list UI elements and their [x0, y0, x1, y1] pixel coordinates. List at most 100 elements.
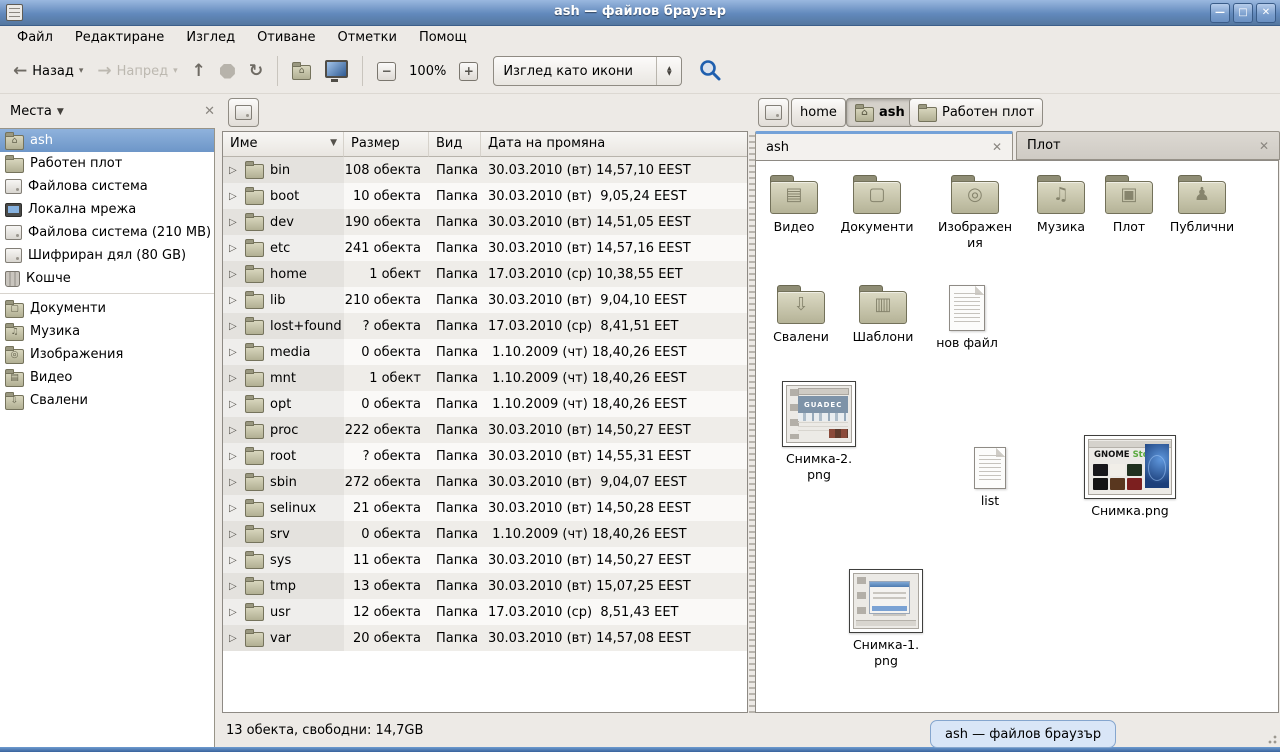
sidebar-item-Файлова система (210 MB)[interactable]: Файлова система (210 MB): [0, 221, 214, 244]
table-row[interactable]: ▷home1 обектПапка17.03.2010 (ср) 10,38,5…: [223, 261, 747, 287]
sidebar-item-Шифриран дял (80 GB)[interactable]: Шифриран дял (80 GB): [0, 244, 214, 267]
expander-icon[interactable]: ▷: [229, 165, 239, 176]
column-header-date[interactable]: Дата на промяна: [481, 132, 747, 157]
column-header-size[interactable]: Размер: [344, 132, 429, 157]
expander-icon[interactable]: ▷: [229, 347, 239, 358]
table-row[interactable]: ▷opt0 обектаПапка 1.10.2009 (чт) 18,40,2…: [223, 391, 747, 417]
spinner-arrows-icon[interactable]: ▲▼: [656, 57, 681, 85]
resize-grip[interactable]: [1264, 731, 1278, 745]
item-Музика[interactable]: ♫Музика: [1026, 175, 1096, 235]
back-button[interactable]: ← Назад ▾: [6, 54, 90, 88]
expander-icon[interactable]: ▷: [229, 477, 239, 488]
tab-ash[interactable]: ash ✕: [755, 131, 1013, 160]
tab-close-icon[interactable]: ✕: [1259, 139, 1269, 153]
menu-item[interactable]: Файл: [6, 28, 64, 47]
menu-item[interactable]: Помощ: [408, 28, 478, 47]
sidebar-item-Кошче[interactable]: Кошче: [0, 267, 214, 290]
sidebar-item-ash[interactable]: ⌂ash: [0, 129, 214, 152]
table-row[interactable]: ▷selinux21 обектаПапка30.03.2010 (вт) 14…: [223, 495, 747, 521]
item-list[interactable]: list: [968, 447, 1012, 509]
expander-icon[interactable]: ▷: [229, 503, 239, 514]
taskbar-window-button[interactable]: ash — файлов браузър: [930, 720, 1116, 748]
maximize-button[interactable]: □: [1233, 3, 1253, 23]
item-Изображения[interactable]: ◎Изображения: [935, 175, 1015, 251]
sidebar-header[interactable]: Места ▼ ✕: [0, 95, 225, 128]
minimize-button[interactable]: —: [1210, 3, 1230, 23]
item-Снимка-2.png[interactable]: GUADECСнимка-2.png: [782, 381, 856, 483]
close-button[interactable]: ✕: [1256, 3, 1276, 23]
item-Плот[interactable]: ▣Плот: [1099, 175, 1159, 235]
table-row[interactable]: ▷tmp13 обектаПапка30.03.2010 (вт) 15,07,…: [223, 573, 747, 599]
item-Публични[interactable]: ♟Публични: [1162, 175, 1242, 235]
expander-icon[interactable]: ▷: [229, 399, 239, 410]
path-home-button[interactable]: home: [791, 98, 846, 127]
table-row[interactable]: ▷lost+found? обектаПапка17.03.2010 (ср) …: [223, 313, 747, 339]
table-row[interactable]: ▷sys11 обектаПапка30.03.2010 (вт) 14,50,…: [223, 547, 747, 573]
expander-icon[interactable]: ▷: [229, 321, 239, 332]
expander-icon[interactable]: ▷: [229, 191, 239, 202]
reload-button[interactable]: ↻: [242, 54, 270, 88]
expander-icon[interactable]: ▷: [229, 555, 239, 566]
item-нов файл[interactable]: нов файл: [929, 285, 1005, 351]
tree-root-button[interactable]: [228, 98, 259, 127]
expander-icon[interactable]: ▷: [229, 295, 239, 306]
zoom-in-button[interactable]: +: [452, 54, 485, 88]
item-Шаблони[interactable]: ▥Шаблони: [845, 285, 921, 345]
menu-item[interactable]: Изглед: [175, 28, 246, 47]
expander-icon[interactable]: ▷: [229, 269, 239, 280]
expander-icon[interactable]: ▷: [229, 373, 239, 384]
sidebar-item-Видео[interactable]: ▤Видео: [0, 366, 214, 389]
icon-view[interactable]: ▤Видео▢Документи◎Изображения♫Музика▣Плот…: [755, 160, 1279, 713]
table-row[interactable]: ▷root? обектаПапка30.03.2010 (вт) 14,55,…: [223, 443, 747, 469]
table-row[interactable]: ▷dev190 обектаПапка30.03.2010 (вт) 14,51…: [223, 209, 747, 235]
sidebar-item-Свалени[interactable]: ⇩Свалени: [0, 389, 214, 412]
sidebar-close-icon[interactable]: ✕: [204, 104, 215, 119]
table-row[interactable]: ▷boot10 обектаПапка30.03.2010 (вт) 9,05,…: [223, 183, 747, 209]
column-header-type[interactable]: Вид: [429, 132, 481, 157]
item-Видео[interactable]: ▤Видео: [756, 175, 832, 235]
table-row[interactable]: ▷proc222 обектаПапка30.03.2010 (вт) 14,5…: [223, 417, 747, 443]
sidebar-item-Музика[interactable]: ♫Музика: [0, 320, 214, 343]
table-row[interactable]: ▷srv0 обектаПапка 1.10.2009 (чт) 18,40,2…: [223, 521, 747, 547]
table-row[interactable]: ▷usr12 обектаПапка17.03.2010 (ср) 8,51,4…: [223, 599, 747, 625]
table-row[interactable]: ▷media0 обектаПапка 1.10.2009 (чт) 18,40…: [223, 339, 747, 365]
sidebar-item-Файлова система[interactable]: Файлова система: [0, 175, 214, 198]
sidebar-item-Документи[interactable]: ▢Документи: [0, 297, 214, 320]
table-row[interactable]: ▷sbin272 обектаПапка30.03.2010 (вт) 9,04…: [223, 469, 747, 495]
titlebar[interactable]: ash — файлов браузър — □ ✕: [0, 0, 1280, 26]
table-row[interactable]: ▷etc241 обектаПапка30.03.2010 (вт) 14,57…: [223, 235, 747, 261]
table-row[interactable]: ▷var20 обектаПапка30.03.2010 (вт) 14,57,…: [223, 625, 747, 651]
expander-icon[interactable]: ▷: [229, 607, 239, 618]
expander-icon[interactable]: ▷: [229, 451, 239, 462]
tab-plot[interactable]: Плот ✕: [1016, 131, 1280, 160]
forward-button[interactable]: → Напред ▾: [90, 54, 184, 88]
table-row[interactable]: ▷bin108 обектаПапка30.03.2010 (вт) 14,57…: [223, 157, 747, 183]
search-button[interactable]: [692, 57, 728, 86]
expander-icon[interactable]: ▷: [229, 581, 239, 592]
menu-item[interactable]: Отиване: [246, 28, 326, 47]
computer-button[interactable]: [318, 54, 355, 88]
up-button[interactable]: ↑: [185, 54, 213, 88]
sidebar-item-Изображения[interactable]: ◎Изображения: [0, 343, 214, 366]
path-desktop-button[interactable]: Работен плот: [909, 98, 1043, 127]
sidebar-item-Локална мрежа[interactable]: Локална мрежа: [0, 198, 214, 221]
table-row[interactable]: ▷mnt1 обектПапка 1.10.2009 (чт) 18,40,26…: [223, 365, 747, 391]
view-mode-select[interactable]: Изглед като икони ▲▼: [493, 56, 682, 86]
expander-icon[interactable]: ▷: [229, 529, 239, 540]
home-button[interactable]: ⌂: [285, 54, 318, 88]
expander-icon[interactable]: ▷: [229, 633, 239, 644]
item-Снимка.png[interactable]: GNOME StoreСнимка.png: [1084, 435, 1176, 519]
table-row[interactable]: ▷lib210 обектаПапка30.03.2010 (вт) 9,04,…: [223, 287, 747, 313]
expander-icon[interactable]: ▷: [229, 217, 239, 228]
tab-close-icon[interactable]: ✕: [992, 140, 1002, 154]
menu-item[interactable]: Редактиране: [64, 28, 175, 47]
zoom-out-button[interactable]: −: [370, 54, 403, 88]
sidebar-item-Работен плот[interactable]: Работен плот: [0, 152, 214, 175]
item-Снимка-1.png[interactable]: Снимка-1.png: [849, 569, 923, 669]
expander-icon[interactable]: ▷: [229, 243, 239, 254]
path-root-button[interactable]: [758, 98, 789, 127]
expander-icon[interactable]: ▷: [229, 425, 239, 436]
stop-button[interactable]: [213, 54, 242, 88]
menu-item[interactable]: Отметки: [326, 28, 407, 47]
path-current-button[interactable]: ⌂ ash: [846, 98, 914, 127]
